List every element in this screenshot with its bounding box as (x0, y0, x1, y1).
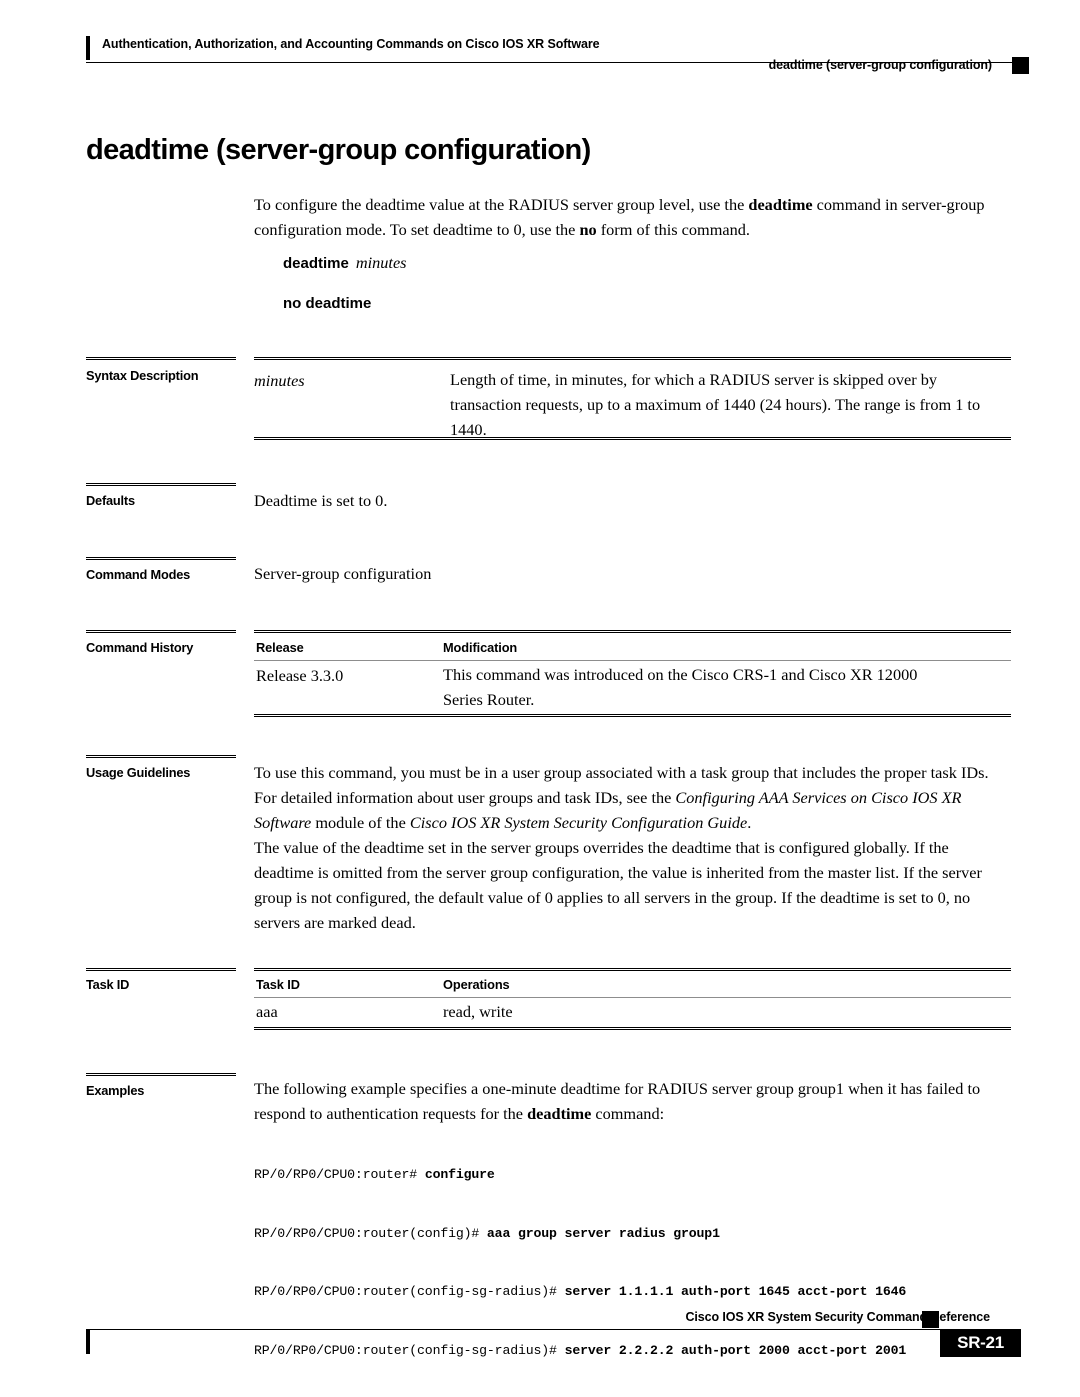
examples-text-2: command: (591, 1104, 665, 1123)
command-modes-label-rule (86, 557, 236, 560)
code-prompt: RP/0/RP0/CPU0:router# (254, 1167, 425, 1182)
syntax-description-table-top-rule (254, 357, 1011, 360)
usage-guidelines-paragraph-1: To use this command, you must be in a us… (254, 760, 1011, 835)
command-history-header-separator-rule (254, 660, 1011, 661)
syntax-no-form: no deadtime (283, 295, 372, 312)
document-page: Authentication, Authorization, and Accou… (0, 0, 1080, 1397)
footer-document-title: Cisco IOS XR System Security Command Ref… (685, 1310, 990, 1324)
command-modes-text: Server-group configuration (254, 564, 432, 583)
section-label-command-history: Command History (86, 640, 194, 655)
code-command: aaa group server radius group1 (486, 1225, 720, 1241)
command-history-table-top-rule (254, 630, 1011, 633)
code-prompt: RP/0/RP0/CPU0:router(config-sg-radius)# (254, 1284, 565, 1299)
task-id-table-bottom-rule (254, 1027, 1011, 1030)
syntax-description-text: Length of time, in minutes, for which a … (450, 370, 981, 439)
usage-guidelines-label-rule (86, 755, 236, 758)
syntax-description-term: minutes (254, 371, 305, 390)
intro-paragraph: To configure the deadtime value at the R… (254, 192, 1011, 242)
command-history-label-rule (86, 630, 236, 633)
code-prompt: RP/0/RP0/CPU0:router(config-sg-radius)# (254, 1342, 565, 1358)
code-line: RP/0/RP0/CPU0:router(config-sg-radius)# … (254, 1341, 906, 1361)
header-right-title: deadtime (server-group configuration) (768, 58, 993, 72)
section-label-command-modes: Command Modes (86, 567, 191, 582)
syntax-no-form-line: no deadtime (283, 293, 371, 313)
intro-bold-deadtime: deadtime (748, 195, 813, 214)
defaults-text: Deadtime is set to 0. (254, 491, 388, 510)
command-history-release-value: Release 3.3.0 (256, 666, 344, 685)
task-id-header-operations: Operations (443, 977, 510, 992)
section-label-examples: Examples (86, 1083, 145, 1098)
header-right-square-marker (1012, 57, 1029, 74)
syntax-command-argument: minutes (355, 253, 407, 272)
code-prompt: RP/0/RP0/CPU0:router(config)# (254, 1225, 487, 1241)
command-history-modification-value: This command was introduced on the Cisco… (443, 665, 918, 709)
command-history-table-bottom-rule (254, 714, 1011, 717)
task-id-header-task-id: Task ID (256, 977, 300, 992)
code-command: server 1.1.1.1 auth-port 1645 acct-port … (564, 1284, 907, 1299)
header-left-title: Authentication, Authorization, and Accou… (102, 37, 600, 51)
intro-text-1: To configure the deadtime value at the R… (254, 195, 749, 214)
syntax-command-line: deadtime minutes (283, 253, 407, 273)
code-command: configure (424, 1167, 495, 1182)
task-id-label-rule (86, 968, 236, 971)
section-label-syntax-description: Syntax Description (86, 368, 199, 383)
footer-square-marker (922, 1311, 939, 1328)
examples-intro-paragraph: The following example specifies a one-mi… (254, 1076, 1011, 1126)
task-id-value: aaa (256, 1002, 278, 1021)
task-id-table-top-rule (254, 968, 1011, 971)
example-code-block: RP/0/RP0/CPU0:router# configure RP/0/RP0… (254, 1126, 906, 1397)
header-left-tick-mark (86, 36, 90, 60)
footer-rule (86, 1329, 943, 1330)
section-label-task-id: Task ID (86, 977, 130, 992)
examples-label-rule (86, 1073, 236, 1076)
code-command: server 2.2.2.2 auth-port 2000 acct-port … (564, 1342, 907, 1358)
task-id-header-separator-rule (254, 997, 1011, 998)
page-title: deadtime (server-group configuration) (86, 134, 591, 166)
footer-page-number: SR-21 (940, 1329, 1021, 1357)
intro-bold-no: no (579, 220, 597, 239)
syntax-command-name: deadtime (283, 255, 349, 272)
section-label-usage-guidelines: Usage Guidelines (86, 765, 191, 780)
defaults-label-rule (86, 483, 236, 486)
syntax-description-table-bottom-rule (254, 437, 1011, 440)
syntax-description-label-rule (86, 357, 236, 360)
intro-text-3: form of this command. (596, 220, 750, 239)
examples-bold-deadtime: deadtime (527, 1104, 592, 1123)
code-line: RP/0/RP0/CPU0:router(config)# aaa group … (254, 1224, 906, 1244)
section-label-defaults: Defaults (86, 493, 135, 508)
command-history-header-modification: Modification (443, 640, 518, 655)
usage-text-3: . (747, 813, 752, 832)
usage-guidelines-paragraph-2: The value of the deadtime set in the ser… (254, 838, 982, 932)
usage-italic-2: Cisco IOS XR System Security Configurati… (409, 813, 748, 832)
code-line: RP/0/RP0/CPU0:router(config-sg-radius)# … (254, 1282, 906, 1302)
task-id-operations-value: read, write (443, 1002, 513, 1021)
footer-left-tick-mark (86, 1330, 90, 1354)
code-line: RP/0/RP0/CPU0:router# configure (254, 1165, 906, 1185)
usage-text-2: module of the (311, 813, 410, 832)
command-history-header-release: Release (256, 640, 304, 655)
